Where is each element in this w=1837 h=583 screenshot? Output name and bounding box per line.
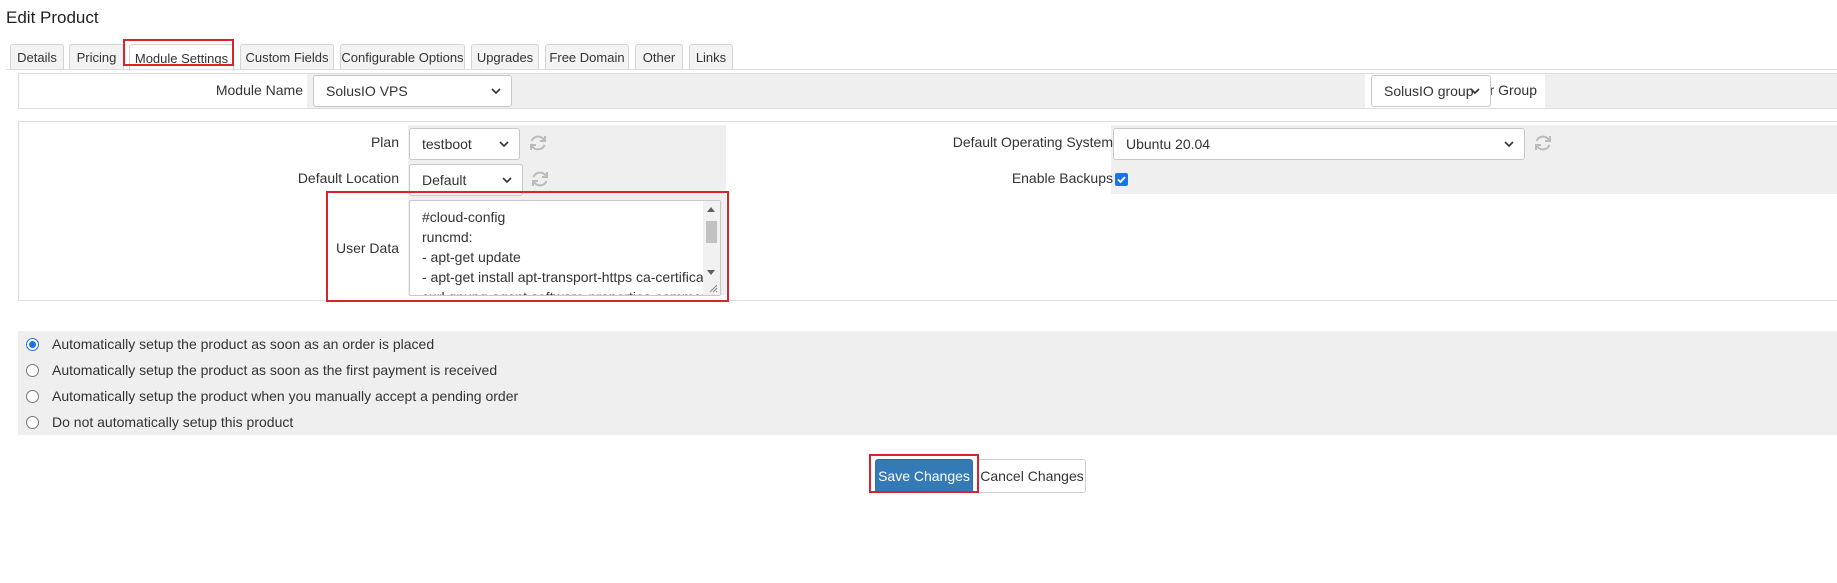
chevron-down-icon xyxy=(491,88,501,95)
tab-links[interactable]: Links xyxy=(689,44,733,70)
setup-option-label: Do not automatically setup this product xyxy=(52,414,294,430)
tab-configurable-options[interactable]: Configurable Options xyxy=(340,44,465,70)
setup-option-row[interactable]: Automatically setup the product as soon … xyxy=(18,331,1837,358)
module-panel: Module Name SolusIO VPS Server Group Sol… xyxy=(18,73,1837,109)
chevron-down-icon xyxy=(1504,141,1514,148)
user-data-textarea[interactable]: #cloud-config runcmd: - apt-get update -… xyxy=(409,200,721,296)
tab-free-domain[interactable]: Free Domain xyxy=(545,44,629,70)
checkmark-icon xyxy=(1117,176,1126,184)
chevron-down-icon xyxy=(1470,88,1480,95)
resize-grip-icon[interactable] xyxy=(708,283,718,293)
enable-backups-checkbox[interactable] xyxy=(1115,173,1128,186)
scroll-down-icon[interactable] xyxy=(707,270,715,275)
tab-custom-fields[interactable]: Custom Fields xyxy=(240,44,334,70)
user-data-label: User Data xyxy=(335,240,399,256)
refresh-plan-icon[interactable] xyxy=(527,132,549,154)
user-data-line: runcmd: xyxy=(422,229,473,245)
chevron-down-icon xyxy=(499,141,509,148)
setup-option-radio[interactable] xyxy=(26,390,39,403)
server-group-cell xyxy=(1545,74,1837,108)
scroll-up-icon[interactable] xyxy=(707,207,715,212)
tab-module-settings[interactable]: Module Settings xyxy=(129,44,234,71)
setup-option-row[interactable]: Do not automatically setup this product xyxy=(18,409,1837,436)
setup-option-radio[interactable] xyxy=(26,416,39,429)
scroll-thumb[interactable] xyxy=(706,221,717,243)
user-data-line: - apt-get install apt-transport-https ca… xyxy=(422,269,721,285)
tab-divider xyxy=(6,69,1837,70)
setup-option-radio[interactable] xyxy=(26,338,39,351)
tab-details[interactable]: Details xyxy=(10,44,64,70)
edit-product-page: Edit Product Details Pricing Module Sett… xyxy=(0,0,1837,583)
plan-value: testboot xyxy=(422,136,472,152)
refresh-os-icon[interactable] xyxy=(1532,132,1554,154)
default-location-label: Default Location xyxy=(297,170,399,186)
module-name-label: Module Name xyxy=(215,82,303,98)
default-os-value: Ubuntu 20.04 xyxy=(1126,136,1211,152)
cancel-changes-button[interactable]: Cancel Changes xyxy=(978,459,1086,493)
setup-option-label: Automatically setup the product as soon … xyxy=(52,336,435,352)
user-data-line: - apt-get update xyxy=(422,249,521,265)
setup-option-radio[interactable] xyxy=(26,364,39,377)
user-data-line: curl gnupg-agent software-properties-com… xyxy=(422,287,720,295)
setup-option-row[interactable]: Automatically setup the product as soon … xyxy=(18,357,1837,384)
setup-option-row[interactable]: Automatically setup the product when you… xyxy=(18,383,1837,410)
plan-select[interactable]: testboot xyxy=(409,128,520,160)
default-os-label: Default Operating System xyxy=(952,134,1113,150)
settings-panel: Plan testboot Default Location Default U… xyxy=(18,121,1837,301)
module-name-value: SolusIO VPS xyxy=(326,83,408,99)
user-data-scrollbar[interactable] xyxy=(703,201,720,295)
enable-backups-label: Enable Backups xyxy=(1011,170,1113,186)
chevron-down-icon xyxy=(502,177,512,184)
default-location-select[interactable]: Default xyxy=(409,164,523,196)
tab-upgrades[interactable]: Upgrades xyxy=(471,44,539,70)
page-title: Edit Product xyxy=(6,8,99,27)
user-data-line: #cloud-config xyxy=(422,209,506,225)
default-location-value: Default xyxy=(422,172,467,188)
setup-option-label: Automatically setup the product as soon … xyxy=(52,362,498,378)
tab-other[interactable]: Other xyxy=(635,44,683,70)
module-name-select[interactable]: SolusIO VPS xyxy=(313,75,512,107)
plan-label: Plan xyxy=(370,134,399,150)
tab-pricing[interactable]: Pricing xyxy=(69,44,124,70)
user-data-content: #cloud-config runcmd: - apt-get update -… xyxy=(422,207,721,295)
save-changes-button[interactable]: Save Changes xyxy=(875,459,973,493)
refresh-location-icon[interactable] xyxy=(529,168,551,190)
server-group-value: SolusIO group xyxy=(1384,83,1474,99)
server-group-select[interactable]: SolusIO group xyxy=(1371,75,1491,107)
default-os-select[interactable]: Ubuntu 20.04 xyxy=(1113,128,1525,160)
setup-option-label: Automatically setup the product when you… xyxy=(52,388,519,404)
